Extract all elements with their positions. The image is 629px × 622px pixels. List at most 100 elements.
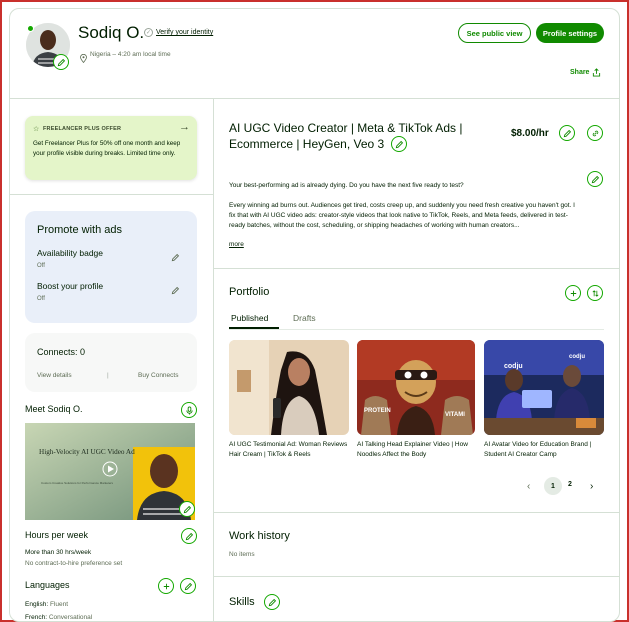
add-language-button[interactable] <box>158 578 174 594</box>
see-public-view-button[interactable]: See public view <box>458 23 531 43</box>
pencil-icon <box>183 505 191 513</box>
copy-link-button[interactable] <box>587 125 603 141</box>
edit-title-button[interactable] <box>391 136 407 152</box>
portfolio-divider <box>214 512 619 513</box>
play-icon[interactable] <box>103 462 117 476</box>
online-status-dot <box>27 25 34 32</box>
column-divider <box>213 98 214 621</box>
buy-connects-link[interactable]: Buy Connects <box>138 372 178 379</box>
mic-icon <box>185 405 193 415</box>
pagination-prev[interactable]: ‹ <box>527 481 530 492</box>
work-history-divider <box>214 576 619 577</box>
pencil-icon[interactable] <box>171 249 180 267</box>
pencil-icon <box>184 582 192 590</box>
overview-more-link[interactable]: more <box>229 241 244 248</box>
language-item: English: Fluent <box>25 601 68 608</box>
offer-text: Get Freelancer Plus for 50% off one mont… <box>33 140 181 157</box>
edit-overview-button[interactable] <box>587 171 603 187</box>
availability-badge-label: Availability badge <box>37 248 103 258</box>
availability-badge-status: Off <box>37 263 45 269</box>
tabs-divider <box>229 329 604 330</box>
video-overlay-title: High-Velocity AI UGC Video Ad <box>39 448 135 456</box>
video-title: Meet Sodiq O. <box>25 404 83 414</box>
overview-intro: Your best-performing ad is already dying… <box>229 182 464 189</box>
profile-settings-button[interactable]: Profile settings <box>536 23 604 43</box>
edit-rate-button[interactable] <box>559 125 575 141</box>
tab-drafts[interactable]: Drafts <box>293 313 316 323</box>
profile-card: Sodiq O. ✓ Verify your identity Nigeria … <box>9 8 620 622</box>
languages-title: Languages <box>25 580 70 590</box>
check-badge-icon: ✓ <box>144 28 153 37</box>
skills-title: Skills <box>229 596 255 608</box>
boost-profile-label: Boost your profile <box>37 281 104 291</box>
connects-card: Connects: 0 View details | Buy Connects <box>25 333 197 392</box>
reorder-portfolio-button[interactable] <box>587 285 603 301</box>
hours-note: No contract-to-hire preference set <box>25 560 123 567</box>
edit-photo-button[interactable] <box>53 54 69 70</box>
link-icon <box>592 130 598 136</box>
left-divider-1 <box>10 194 213 195</box>
edit-video-button[interactable] <box>179 501 195 517</box>
pencil-icon <box>563 129 571 137</box>
portfolio-thumbnail[interactable]: codju codju <box>484 340 604 435</box>
reorder-button[interactable] <box>181 402 197 418</box>
pencil-icon <box>57 58 65 66</box>
edit-skills-button[interactable] <box>264 594 280 610</box>
portfolio-caption[interactable]: AI UGC Testimonial Ad: Woman Reviews Hai… <box>229 440 351 459</box>
pagination-page-1[interactable]: 1 <box>544 477 562 495</box>
video-overlay-subtitle: Custom Creative Solutions for Performanc… <box>41 481 114 485</box>
promote-with-ads-card: Promote with ads Availability badge Off … <box>25 211 197 323</box>
language-item: French: Conversational <box>25 614 92 621</box>
thumbnail-brand: codju <box>569 354 585 360</box>
hours-title: Hours per week <box>25 530 89 540</box>
pagination-next[interactable]: › <box>590 481 593 492</box>
work-history-title: Work history <box>229 530 290 542</box>
portfolio-caption[interactable]: AI Avatar Video for Education Brand | St… <box>484 440 606 459</box>
location-text: Nigeria – 4:20 am local time <box>90 51 171 58</box>
pencil-icon <box>268 598 276 606</box>
plus-icon <box>570 290 576 296</box>
profile-name: Sodiq O. <box>78 23 145 42</box>
work-history-empty: No items <box>229 551 255 558</box>
header-divider <box>10 98 619 99</box>
thumbnail-tag: PROTEIN <box>364 408 391 414</box>
pagination-page-2[interactable]: 2 <box>568 481 572 488</box>
pin-icon <box>80 50 87 68</box>
connects-separator: | <box>107 372 109 379</box>
language-level: Fluent <box>49 601 69 608</box>
language-name: French: <box>25 614 48 621</box>
connects-title: Connects: 0 <box>37 347 86 357</box>
share-icon <box>593 68 601 77</box>
edit-hours-button[interactable] <box>181 528 197 544</box>
hourly-rate: $8.00/hr <box>511 128 549 139</box>
plus-icon <box>163 583 169 589</box>
pencil-icon[interactable] <box>171 282 180 300</box>
reorder-icon <box>592 289 598 297</box>
portfolio-caption[interactable]: AI Talking Head Explainer Video | How No… <box>357 440 477 459</box>
view-details-link[interactable]: View details <box>37 372 72 379</box>
star-icon: ☆ <box>33 126 40 133</box>
boost-profile-status: Off <box>37 296 45 302</box>
pencil-icon <box>185 532 193 540</box>
edit-languages-button[interactable] <box>180 578 196 594</box>
pencil-icon <box>395 140 403 148</box>
portfolio-thumbnail[interactable] <box>229 340 349 435</box>
intro-video[interactable]: High-Velocity AI UGC Video Ad Custom Cre… <box>25 423 195 520</box>
thumbnail-brand: codju <box>504 363 523 370</box>
overview-body: Every winning ad burns out. Audiences ge… <box>229 202 575 229</box>
arrow-right-icon[interactable]: → <box>179 121 190 133</box>
portfolio-thumbnail[interactable]: PROTEIN VITAMI <box>357 340 475 435</box>
share-button[interactable]: Share <box>570 68 601 77</box>
language-level: Conversational <box>48 614 93 621</box>
add-portfolio-button[interactable] <box>565 285 581 301</box>
pencil-icon <box>591 175 599 183</box>
overview-divider <box>214 268 619 269</box>
hours-value: More than 30 hrs/week <box>25 549 92 556</box>
verify-identity-link[interactable]: Verify your identity <box>156 29 213 36</box>
headline-title: AI UGC Video Creator | Meta & TikTok Ads… <box>229 121 463 151</box>
tab-published[interactable]: Published <box>231 313 268 323</box>
promote-title: Promote with ads <box>37 224 122 236</box>
offer-badge: FREELANCER PLUS OFFER <box>43 126 122 132</box>
share-label: Share <box>570 69 590 76</box>
freelancer-plus-offer[interactable]: ☆ FREELANCER PLUS OFFER → Get Freelancer… <box>25 116 197 180</box>
